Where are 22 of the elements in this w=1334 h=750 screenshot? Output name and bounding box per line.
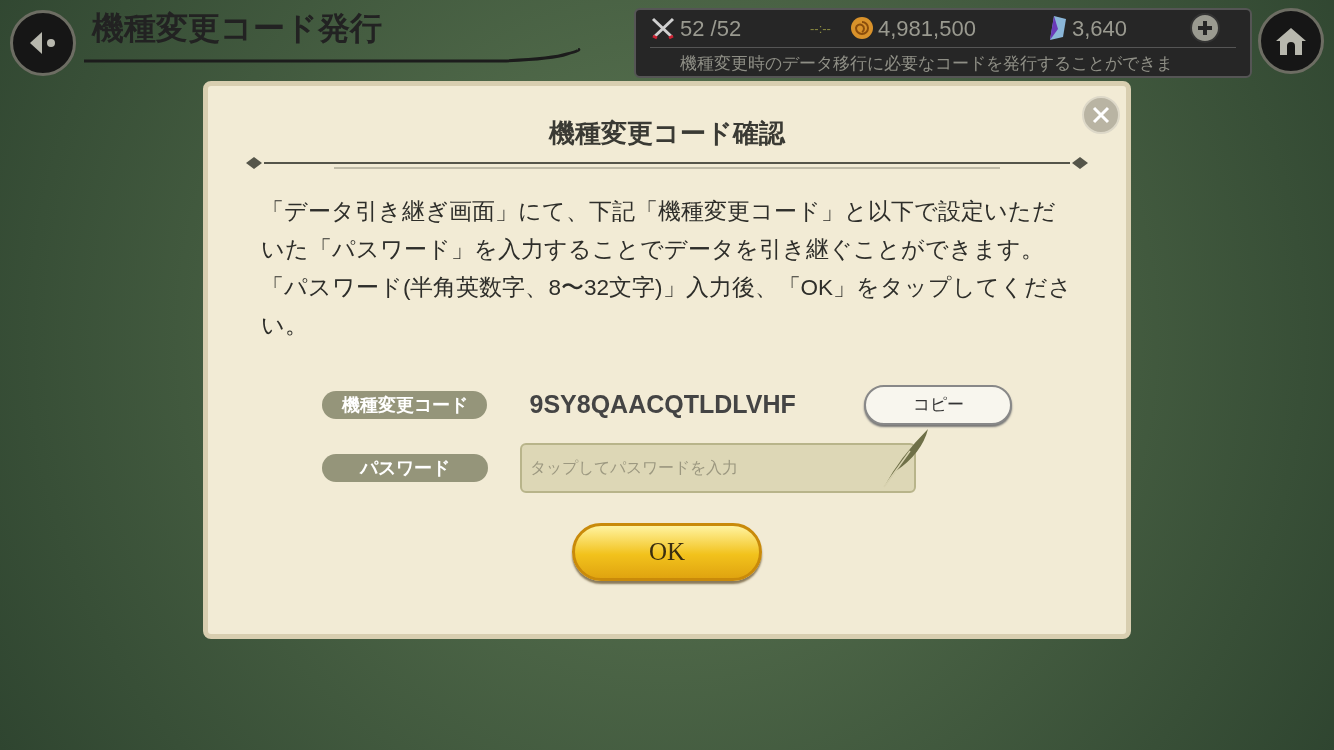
dialog-title: 機種変更コード確認: [549, 117, 785, 150]
password-field[interactable]: タップしてパスワードを入力: [520, 443, 916, 493]
stamina-timer: --:--: [810, 19, 832, 38]
info-ticker: 機種変更時のデータ移行に必要なコードを発行することができま: [679, 52, 1174, 75]
back-arrow-icon: [28, 30, 58, 56]
ok-button[interactable]: OK: [572, 523, 762, 581]
gem-count: 3,640: [1072, 14, 1129, 43]
crystal-icon: [1048, 15, 1068, 42]
coin-icon: [850, 16, 874, 41]
instruction-text: 「データ引き継ぎ画面」にて、下記「機種変更コード」と以下で設定いただいた「パスワード」を入力することでデータを引き継ぐことができます。: [261, 198, 1057, 264]
close-icon: [1092, 106, 1110, 124]
code-label: 機種変更コード: [322, 391, 488, 419]
transfer-code: 9SY8QAACQTLDLVHF: [529, 389, 797, 421]
add-button[interactable]: [1190, 13, 1220, 44]
plus-icon: [1196, 19, 1214, 38]
instruction-text: 「パスワード(半角英数字、8〜32文字)」入力後、「OK」をタップしてください。: [261, 274, 1073, 340]
stamina-count: 52 /52: [680, 14, 743, 43]
home-icon: [1274, 26, 1308, 56]
password-label: パスワード: [322, 454, 488, 482]
crossed-swords-icon: [650, 16, 676, 41]
coin-count: 4,981,500: [878, 14, 977, 43]
copy-button[interactable]: コピー: [864, 385, 1012, 425]
